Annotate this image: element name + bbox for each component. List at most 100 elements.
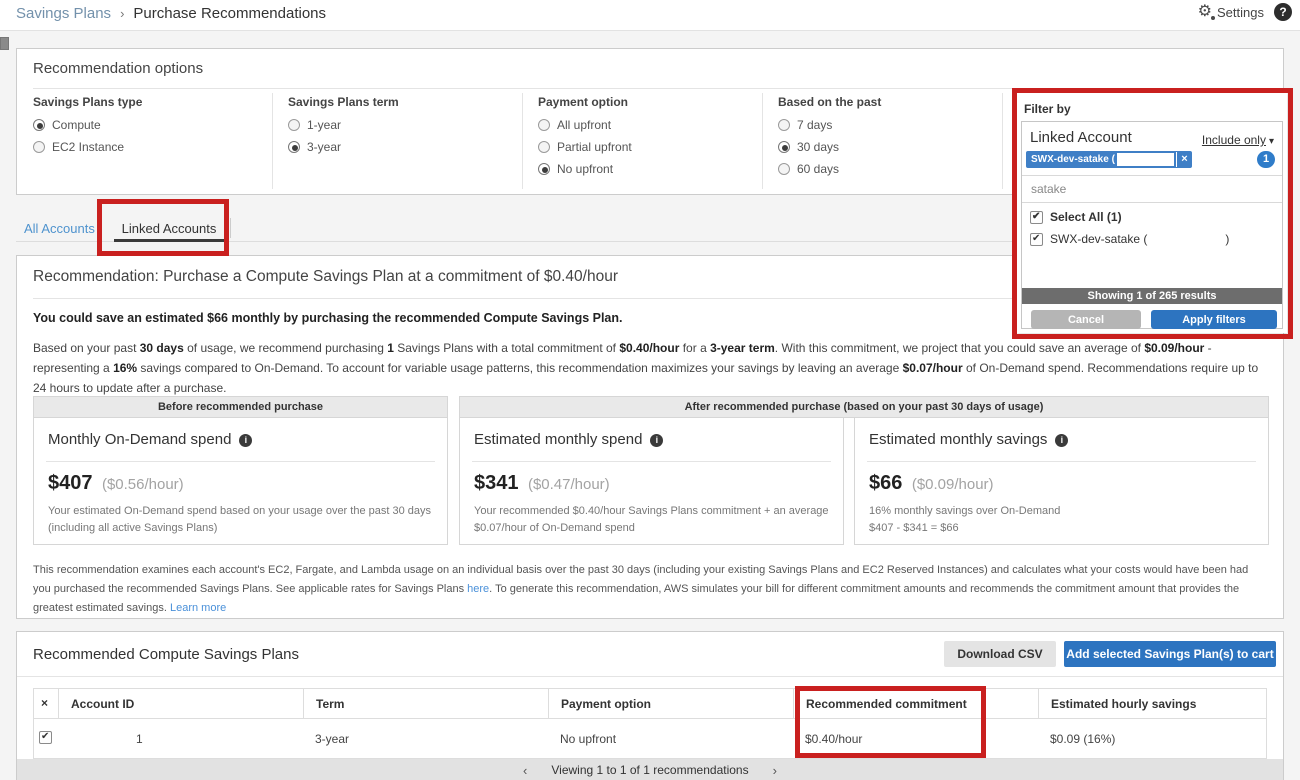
radio-label: All upfront: [557, 118, 612, 132]
amount-rate: ($0.56/hour): [101, 476, 184, 493]
selected-count-badge: 1: [1257, 151, 1275, 168]
radio-label: 7 days: [797, 118, 833, 132]
cell-estimated-hourly-savings: $0.09 (16%): [1050, 732, 1116, 746]
tab-all-accounts[interactable]: All Accounts: [24, 221, 95, 236]
divider: [230, 218, 231, 238]
radio-option-1-year[interactable]: 1-year: [288, 118, 399, 132]
divider: [272, 93, 273, 189]
breadcrumb-separator-icon: ›: [120, 6, 125, 21]
amount-value: $407: [48, 472, 93, 494]
card-description: Your estimated On-Demand spend based on …: [48, 505, 432, 534]
radio-option-all-upfront[interactable]: All upfront: [538, 118, 632, 132]
radio-option-compute[interactable]: Compute: [33, 118, 142, 132]
filter-search-input[interactable]: [1022, 176, 1282, 202]
breadcrumb-savings-plans-link[interactable]: Savings Plans: [16, 5, 111, 22]
row-checkbox[interactable]: [39, 731, 52, 744]
radio-option-7-days[interactable]: 7 days: [778, 118, 881, 132]
select-all-label: Select All (1): [1050, 210, 1122, 224]
cancel-button[interactable]: Cancel: [1031, 310, 1141, 329]
pagination-bar: ‹ Viewing 1 to 1 of 1 recommendations ›: [17, 759, 1283, 780]
filter-actions: Cancel Apply filters: [1022, 310, 1282, 329]
radio-label: 60 days: [797, 162, 840, 176]
amount-value: $66: [869, 472, 903, 494]
radio-label: Partial upfront: [557, 140, 632, 154]
inline-link[interactable]: Learn more: [170, 602, 226, 614]
download-csv-button[interactable]: Download CSV: [944, 641, 1056, 667]
estimated-monthly-savings-card: Estimated monthly savings i $66 ($0.09/ho…: [854, 417, 1269, 545]
checkbox[interactable]: [1030, 210, 1043, 224]
radio-icon: [33, 141, 45, 153]
group-label: Payment option: [538, 95, 629, 109]
info-icon[interactable]: i: [1055, 434, 1069, 447]
select-all-option[interactable]: Select All (1): [1030, 210, 1122, 224]
checkbox[interactable]: [1030, 232, 1043, 246]
help-icon[interactable]: ?: [1274, 3, 1292, 21]
recommendation-body: Based on your past 30 days of usage, we …: [33, 341, 1259, 395]
radio-option-ec2-instance[interactable]: EC2 Instance: [33, 140, 142, 154]
results-count-bar: Showing 1 of 265 results: [1022, 288, 1282, 304]
option-group-payment: Payment option All upfront Partial upfro…: [538, 95, 632, 184]
radio-label: Compute: [52, 118, 101, 132]
radio-label: EC2 Instance: [52, 140, 125, 154]
divider: [17, 676, 1283, 677]
card-description: 16% monthly savings over On-Demand $407 …: [869, 505, 1061, 534]
divider: [46, 461, 435, 462]
radio-option-3-year[interactable]: 3-year: [288, 140, 399, 154]
card-title: Estimated monthly spend i: [474, 431, 664, 448]
select-column-header[interactable]: ×: [34, 689, 58, 718]
filter-field-label: Linked Account: [1030, 129, 1132, 146]
chevron-down-icon: ▾: [1268, 136, 1274, 147]
option-group-term: Savings Plans term 1-year 3-year: [288, 95, 399, 162]
table-row: 1 3-year No upfront $0.40/hour $0.09 (16…: [33, 719, 1267, 759]
inline-link[interactable]: here: [467, 583, 489, 595]
radio-icon: [288, 141, 300, 153]
account-option[interactable]: SWX-dev-satake (): [1030, 232, 1229, 246]
card-amount: $66 ($0.09/hour): [869, 472, 994, 495]
include-only-dropdown[interactable]: Include only ▾: [1202, 133, 1274, 147]
group-label: Savings Plans type: [33, 95, 143, 109]
radio-label: No upfront: [557, 162, 614, 176]
breadcrumb-current: Purchase Recommendations: [133, 5, 327, 22]
cell-term: 3-year: [315, 732, 350, 746]
radio-icon: [778, 141, 790, 153]
top-actions: ⚙ Settings ?: [1198, 3, 1292, 21]
add-to-cart-button[interactable]: Add selected Savings Plan(s) to cart: [1064, 641, 1276, 667]
group-label: Based on the past: [778, 95, 882, 109]
linked-account-filter-card: Linked Account Include only ▾ SWX-dev-sat…: [1021, 121, 1283, 329]
radio-icon: [288, 119, 300, 131]
cell-payment-option: No upfront: [560, 732, 617, 746]
radio-option-60-days[interactable]: 60 days: [778, 162, 881, 176]
group-label: Savings Plans term: [288, 95, 399, 109]
radio-option-partial-upfront[interactable]: Partial upfront: [538, 140, 632, 154]
divider: [33, 88, 1267, 89]
option-group-type: Savings Plans type Compute EC2 Instance: [33, 95, 142, 162]
cell-recommended-commitment: $0.40/hour: [805, 732, 863, 746]
account-option-label: SWX-dev-satake (): [1050, 232, 1230, 246]
previous-page-icon[interactable]: ‹: [523, 763, 527, 778]
radio-icon: [538, 119, 550, 131]
active-tab-indicator: [114, 239, 224, 242]
apply-filters-button[interactable]: Apply filters: [1151, 310, 1277, 329]
next-page-icon[interactable]: ›: [773, 763, 777, 778]
filter-search-row: [1022, 175, 1282, 203]
radio-option-no-upfront[interactable]: No upfront: [538, 162, 632, 176]
divider: [1002, 93, 1003, 189]
divider: [867, 461, 1256, 462]
gear-icon: ⚙: [1197, 3, 1216, 20]
column-header-term: Term: [303, 689, 548, 718]
savings-summary: You could save an estimated $66 monthly …: [33, 311, 623, 325]
breadcrumb: Savings Plans › Purchase Recommendations: [16, 5, 326, 22]
tab-linked-accounts[interactable]: Linked Accounts: [112, 221, 226, 236]
radio-icon: [778, 163, 790, 175]
radio-option-30-days[interactable]: 30 days: [778, 140, 881, 154]
radio-label: 30 days: [797, 140, 840, 154]
info-icon[interactable]: i: [650, 434, 664, 447]
settings-button[interactable]: ⚙ Settings: [1198, 3, 1264, 21]
remove-tag-icon[interactable]: ×: [1176, 152, 1192, 167]
divider: [762, 93, 763, 189]
radio-icon: [538, 163, 550, 175]
info-icon[interactable]: i: [239, 434, 253, 447]
sidebar-collapse-toggle[interactable]: [0, 37, 9, 50]
column-header-estimated-hourly-savings: Estimated hourly savings: [1038, 689, 1268, 718]
card-title: Estimated monthly savings i: [869, 431, 1069, 448]
